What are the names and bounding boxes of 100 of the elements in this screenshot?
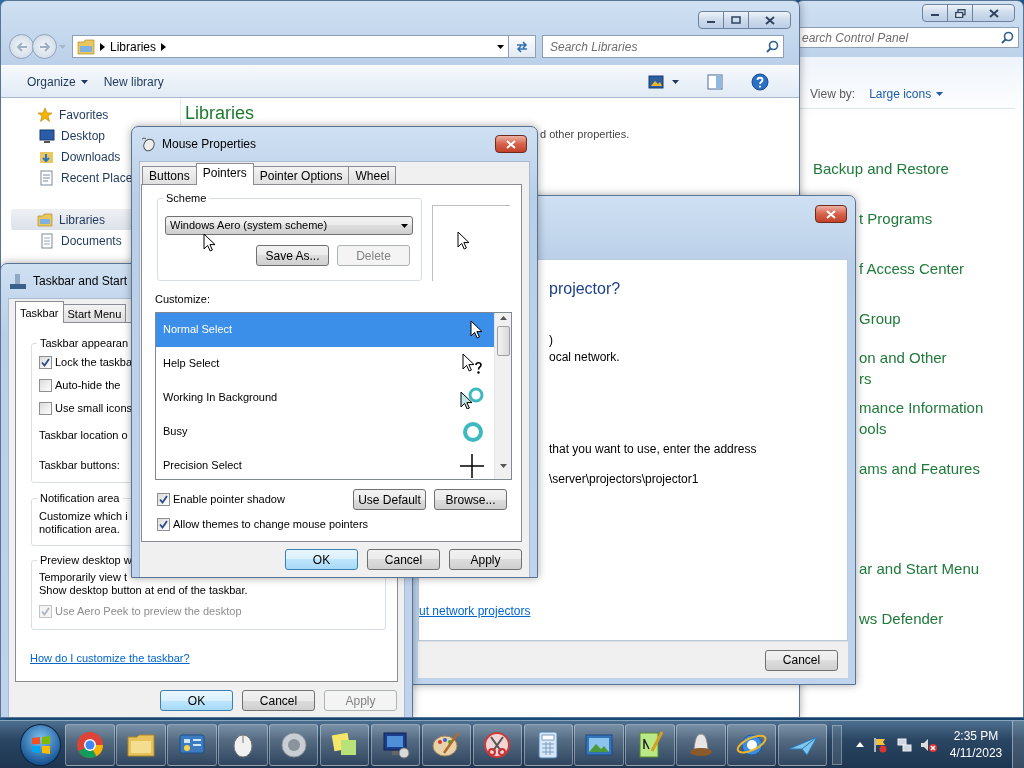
taskbar-button[interactable] (65, 723, 115, 766)
control-panel-link[interactable]: on and Other rs (859, 347, 947, 389)
taskbar-icon (9, 272, 27, 290)
refresh-icon (515, 40, 529, 53)
search-field[interactable]: Search Libraries (550, 37, 766, 56)
nav-item[interactable]: Favorites (11, 104, 178, 125)
close-button[interactable] (972, 4, 1015, 22)
scheme-dropdown[interactable]: Windows Aero (system scheme) (165, 216, 413, 235)
scrollbar[interactable] (494, 312, 511, 479)
taskbar-button[interactable] (319, 723, 370, 766)
search-field[interactable]: earch Control Panel (802, 28, 1001, 47)
address-bar[interactable]: Libraries (72, 35, 509, 58)
folder-icon (37, 211, 53, 228)
checkbox[interactable] (39, 379, 52, 392)
minimize-button[interactable] (922, 4, 948, 22)
dialog-button[interactable]: Browse... (434, 489, 507, 510)
list-item[interactable]: Help Select (156, 346, 494, 381)
taskbar-button[interactable] (218, 723, 268, 766)
control-panel-link[interactable]: ws Defender (859, 607, 944, 629)
dialog-button[interactable]: Cancel (765, 649, 838, 671)
list-item[interactable]: Working In Background (156, 380, 494, 415)
maximize-button[interactable] (723, 11, 749, 29)
view-icon (648, 74, 664, 89)
triangle-icon (855, 742, 864, 747)
dialog-button[interactable]: Apply (449, 549, 522, 570)
taskbar-button[interactable] (472, 723, 522, 766)
clock-time[interactable]: 2:35 PM (949, 727, 1003, 745)
setting-label: Taskbar buttons: (38, 457, 120, 473)
taskbar-button[interactable] (727, 723, 777, 766)
arrow-icon (38, 41, 51, 52)
control-panel-link[interactable]: Group (859, 307, 901, 329)
breadcrumb[interactable]: Libraries (110, 37, 157, 56)
window-title: Mouse Properties (162, 136, 257, 153)
list-item[interactable]: Busy (156, 414, 494, 449)
menu-button[interactable]: Organize (19, 70, 96, 93)
control-panel-link[interactable]: ams and Features (859, 457, 980, 479)
taskbar-button[interactable] (625, 723, 675, 766)
restore-button[interactable] (947, 4, 973, 22)
view-dropdown[interactable]: Large icons (869, 84, 944, 103)
clock-date[interactable]: 4/11/2023 (949, 744, 1003, 762)
scrollbar-thumb[interactable] (496, 325, 510, 356)
taskbar-button[interactable] (777, 723, 828, 766)
start-button[interactable] (20, 723, 62, 766)
window-title: Taskbar and Start (33, 273, 128, 290)
show-desktop-button[interactable] (1012, 720, 1024, 768)
close-button[interactable] (748, 11, 791, 29)
pointer-list[interactable]: Normal Select Help Select Working In Background Busy Precision Select (155, 311, 512, 480)
checkbox-label: Use Aero Peek to preview the desktop (55, 604, 242, 620)
dialog-button[interactable]: OK (160, 690, 233, 711)
dialog-button[interactable]: Use Default (353, 489, 426, 510)
search-box[interactable]: earch Control Panel (797, 27, 1019, 48)
taskbar-button[interactable] (269, 723, 319, 766)
control-panel-link[interactable]: f Access Center (859, 257, 965, 279)
refresh-button[interactable] (509, 35, 536, 58)
close-button[interactable] (815, 205, 847, 223)
taskbar-button[interactable] (167, 723, 217, 766)
checkbox[interactable] (39, 356, 52, 369)
caret-icon (59, 44, 66, 49)
minimize-button[interactable] (698, 11, 724, 29)
tab[interactable]: Pointer Options (252, 166, 350, 184)
checkbox[interactable] (157, 518, 170, 531)
dialog-button[interactable]: Cancel (242, 690, 315, 711)
control-panel-link[interactable]: ar and Start Menu (859, 557, 980, 579)
tab[interactable]: Pointers (195, 163, 254, 185)
caret-icon (672, 79, 679, 84)
tab[interactable]: Wheel (348, 166, 397, 184)
taskbar-button[interactable] (421, 723, 472, 766)
description-text: Temporarily view t Show desktop button at end of the taskbar. (38, 571, 248, 597)
search-icon (1001, 31, 1014, 44)
help-link[interactable]: ut network projectors (419, 602, 531, 620)
mouse-icon (140, 136, 156, 152)
search-box[interactable]: Search Libraries (542, 35, 784, 58)
close-icon (764, 15, 775, 25)
checkbox[interactable] (157, 493, 170, 506)
control-panel-link[interactable]: t Programs (859, 207, 933, 229)
taskbar-scroll-button[interactable] (831, 724, 842, 765)
control-panel-link[interactable]: mance Information ools (859, 397, 984, 439)
scroll-down-icon (499, 464, 507, 469)
close-button[interactable] (495, 135, 527, 153)
toolbar-button[interactable]: New library (95, 70, 172, 93)
checkbox[interactable] (39, 402, 52, 415)
windows-logo-icon (29, 733, 52, 756)
list-item[interactable]: Precision Select (156, 448, 494, 479)
tab[interactable]: Buttons (142, 166, 197, 184)
close-icon (826, 209, 836, 219)
caret-icon (936, 91, 944, 96)
taskbar-button[interactable] (523, 723, 573, 766)
taskbar-button[interactable] (574, 723, 624, 766)
tab[interactable]: Taskbar (15, 301, 64, 323)
taskbar-button[interactable] (370, 723, 421, 766)
taskbar-button[interactable] (676, 723, 726, 766)
dialog-button[interactable]: Cancel (367, 549, 440, 570)
show-hidden-icons-button[interactable] (855, 742, 864, 747)
control-panel-link[interactable]: Backup and Restore (813, 157, 949, 179)
tab[interactable]: Start Menu (62, 304, 127, 322)
dialog-button[interactable]: OK (285, 549, 358, 570)
checkbox-label: Lock the taskba (55, 355, 133, 371)
taskbar-button[interactable] (116, 723, 166, 766)
help-link[interactable]: How do I customize the taskbar? (30, 650, 190, 667)
dialog-button[interactable]: Save As... (256, 245, 329, 266)
